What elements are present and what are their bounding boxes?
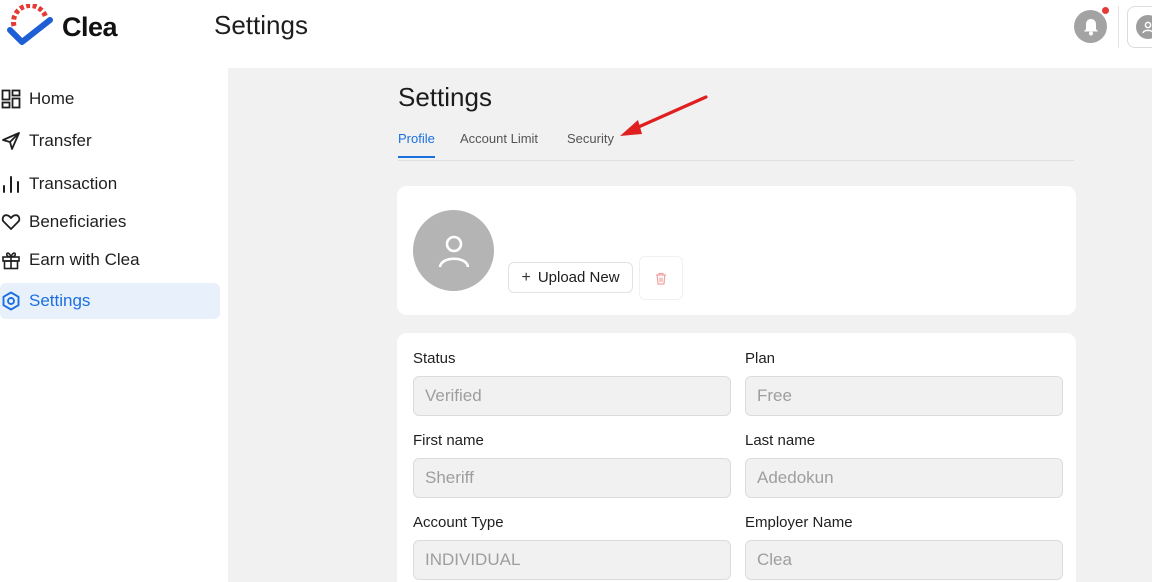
employer-name-field[interactable] <box>745 540 1063 580</box>
sidebar-item-home[interactable]: Home <box>0 81 220 117</box>
tab-security[interactable]: Security <box>567 131 614 156</box>
trash-icon <box>656 272 666 285</box>
last-name-label: Last name <box>745 432 816 449</box>
sidebar-item-beneficiaries[interactable]: Beneficiaries <box>0 204 220 240</box>
profile-avatar <box>413 210 494 291</box>
sidebar-item-label: Transfer <box>29 131 92 150</box>
sidebar-item-label: Transaction <box>29 174 118 193</box>
sidebar-item-label: Settings <box>29 291 91 310</box>
plan-label: Plan <box>745 350 776 367</box>
tab-account-limit[interactable]: Account Limit <box>460 131 538 156</box>
page-title: Settings <box>398 82 492 112</box>
sidebar-item-label: Beneficiaries <box>29 212 127 231</box>
employer-name-label: Employer Name <box>745 514 853 531</box>
account-type-label: Account Type <box>413 514 504 531</box>
last-name-field[interactable] <box>745 458 1063 498</box>
sidebar-item-transaction[interactable]: Transaction <box>0 166 220 202</box>
user-avatar <box>1136 15 1152 39</box>
brand-logo[interactable] <box>6 4 54 50</box>
plus-icon: + <box>521 268 531 286</box>
sidebar-item-label: Earn with Clea <box>29 250 140 269</box>
bar-chart-icon <box>0 173 22 195</box>
delete-photo-button[interactable] <box>639 256 683 300</box>
user-icon <box>1142 21 1152 34</box>
status-label: Status <box>413 350 456 367</box>
gift-icon <box>0 249 22 271</box>
user-menu-button[interactable] <box>1127 6 1152 48</box>
notification-alert-dot <box>1102 7 1109 14</box>
first-name-field[interactable] <box>413 458 731 498</box>
upload-new-label: Upload New <box>537 269 620 286</box>
sidebar-item-settings[interactable]: Settings <box>0 283 220 319</box>
upload-new-button[interactable]: + Upload New <box>508 262 633 293</box>
settings-tabs: Profile Account Limit Security <box>398 130 1074 161</box>
send-icon <box>0 130 22 152</box>
settings-hex-icon <box>0 290 22 312</box>
heart-icon <box>0 211 22 233</box>
grid-icon <box>0 88 22 110</box>
account-type-field[interactable] <box>413 540 731 580</box>
clea-logo-icon <box>7 4 53 45</box>
plan-field[interactable] <box>745 376 1063 416</box>
first-name-label: First name <box>413 432 484 449</box>
bell-icon <box>1083 18 1098 35</box>
sidebar-item-label: Home <box>29 89 75 108</box>
profile-photo-card: + Upload New <box>397 186 1076 315</box>
user-icon <box>438 235 469 267</box>
sidebar-item-transfer[interactable]: Transfer <box>0 123 220 159</box>
tab-profile[interactable]: Profile <box>398 131 435 158</box>
header-divider <box>1118 6 1119 48</box>
status-field[interactable] <box>413 376 731 416</box>
brand-name: Clea <box>62 12 118 42</box>
notifications-button[interactable] <box>1074 10 1107 43</box>
sidebar-item-earn[interactable]: Earn with Clea <box>0 242 220 278</box>
main-content: Settings Profile Account Limit Security … <box>228 68 1152 582</box>
profile-details-card: Status Plan First name Last name Account… <box>397 333 1076 582</box>
header-page-title: Settings <box>214 10 308 40</box>
